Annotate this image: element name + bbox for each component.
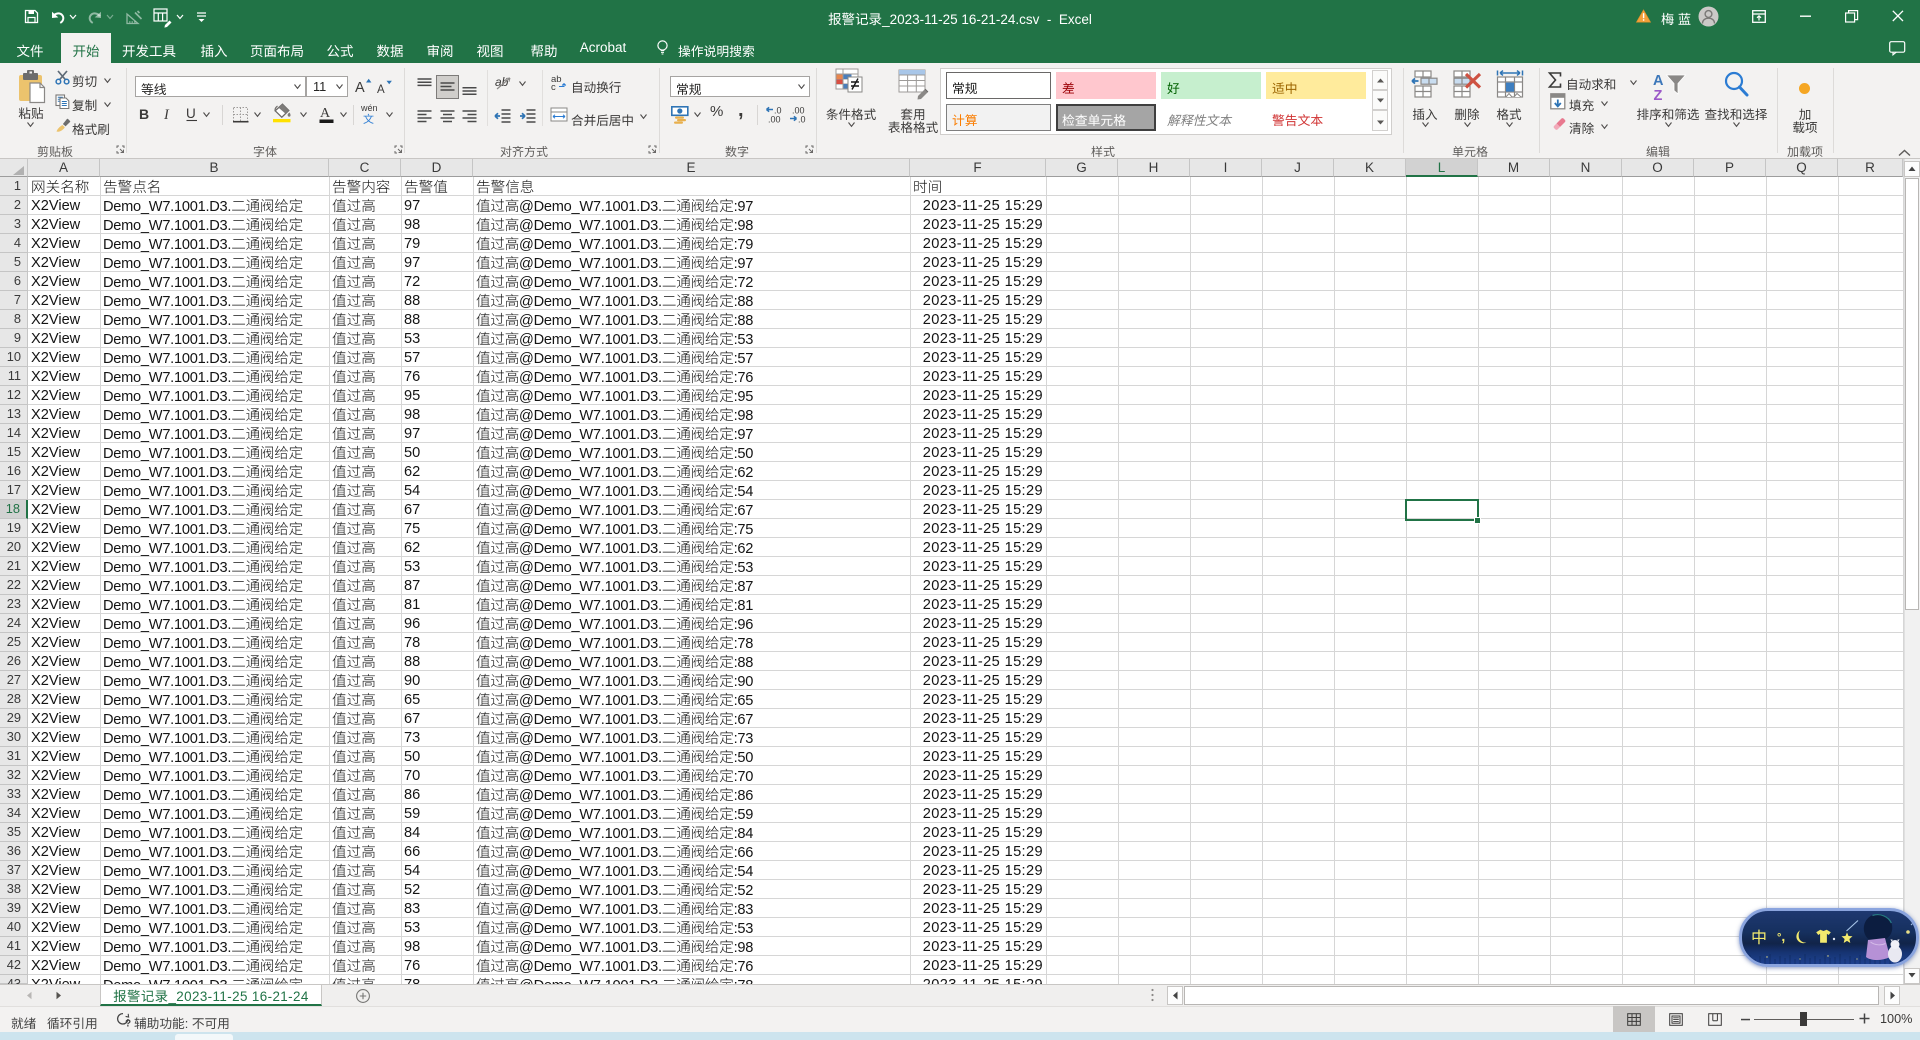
svg-text:?: ? <box>125 1019 131 1030</box>
svg-text:A: A <box>1653 73 1664 89</box>
svg-text:文: 文 <box>363 111 374 127</box>
svg-text:U: U <box>186 106 196 121</box>
svg-text:ab: ab <box>495 75 509 89</box>
svg-text:A: A <box>355 80 365 96</box>
svg-text:I: I <box>163 107 170 123</box>
svg-text:A: A <box>377 84 385 96</box>
svg-text:Z: Z <box>1654 88 1663 104</box>
svg-text:A: A <box>320 106 331 121</box>
svg-text:c: c <box>551 82 556 93</box>
svg-text:B: B <box>139 106 149 122</box>
